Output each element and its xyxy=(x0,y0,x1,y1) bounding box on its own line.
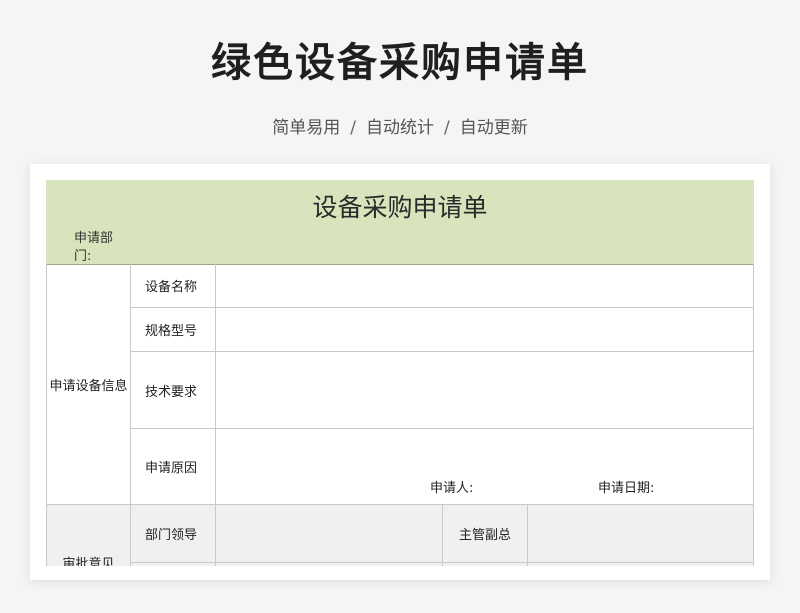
apply-date-label: 申请日期: xyxy=(598,481,655,496)
approval-label-vice-manager: 主管副总 xyxy=(443,505,528,563)
form-title: 设备采购申请单 xyxy=(312,193,488,222)
field-label-text: 申请原因 xyxy=(145,461,198,476)
field-input-tech-requirements[interactable] xyxy=(216,352,754,429)
field-input-equipment-name[interactable] xyxy=(216,264,754,308)
approval-label-text: 主管副总 xyxy=(458,528,511,543)
section-equipment-info: 申请设备信息 xyxy=(46,264,131,505)
field-label-reason: 申请原因 xyxy=(131,429,216,505)
section-approval: 审批意见 xyxy=(46,505,131,566)
approval-next-row-label-2 xyxy=(443,563,528,566)
tagline-item-easy: 简单易用 xyxy=(272,118,341,138)
tagline-separator: / xyxy=(444,118,450,138)
section-approval-label: 审批意见 xyxy=(62,557,115,566)
field-label-model: 规格型号 xyxy=(131,308,216,352)
approval-next-row-input-2[interactable] xyxy=(528,563,754,566)
form-header-band: 设备采购申请单 申请部门: xyxy=(46,180,754,265)
form-preview-card: 设备采购申请单 申请部门: 申请设备信息 设备名称 规格型号 技术要求 申请原因… xyxy=(30,164,770,580)
approval-next-row-input[interactable] xyxy=(216,563,443,566)
approval-input-dept-leader[interactable] xyxy=(216,505,443,563)
field-label-equipment-name: 设备名称 xyxy=(131,264,216,308)
tagline: 简单易用 / 自动统计 / 自动更新 xyxy=(0,113,800,138)
field-label-text: 设备名称 xyxy=(145,280,198,295)
tagline-separator: / xyxy=(350,118,356,138)
field-label-text: 规格型号 xyxy=(145,324,198,339)
approval-next-row-label xyxy=(131,563,216,566)
approval-label-dept-leader: 部门领导 xyxy=(131,505,216,563)
approval-label-text: 部门领导 xyxy=(145,528,198,543)
tagline-item-auto-stats: 自动统计 xyxy=(366,118,434,138)
field-label-tech-requirements: 技术要求 xyxy=(131,352,216,429)
section-equipment-info-label: 申请设备信息 xyxy=(49,378,128,394)
field-label-text: 技术要求 xyxy=(145,384,198,400)
tagline-item-auto-update: 自动更新 xyxy=(459,118,528,138)
applicant-label: 申请人: xyxy=(430,481,474,496)
field-input-model[interactable] xyxy=(216,308,754,352)
field-input-reason[interactable] xyxy=(216,429,754,505)
purchase-form-sheet: 设备采购申请单 申请部门: 申请设备信息 设备名称 规格型号 技术要求 申请原因… xyxy=(46,180,754,566)
approval-input-vice-manager[interactable] xyxy=(528,505,754,563)
page-title: 绿色设备采购申请单 xyxy=(211,40,589,86)
department-label: 申请部门: xyxy=(74,231,114,264)
